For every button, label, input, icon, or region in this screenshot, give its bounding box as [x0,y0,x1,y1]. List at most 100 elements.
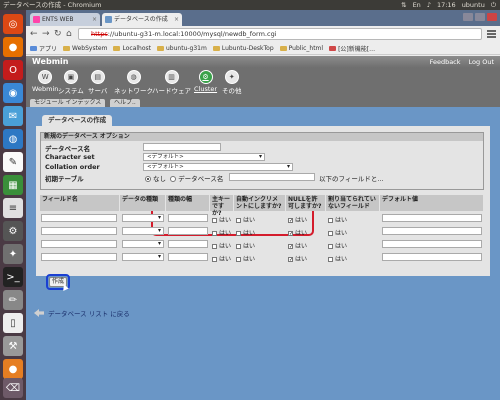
default-value-input[interactable] [382,227,482,235]
pencil-icon[interactable]: ✏ [3,290,23,310]
close-window-icon[interactable] [487,13,497,21]
category-hardware[interactable]: ▥ ハードウェア [152,70,191,95]
primary-key-checkbox[interactable] [212,243,217,249]
document-icon[interactable]: ▯ [3,313,23,333]
firefox-icon[interactable]: ● [3,37,23,57]
back-arrow-icon[interactable]: ← [30,29,38,39]
chromium-icon[interactable]: ◉ [3,83,23,103]
auto-increment-checkbox[interactable] [236,217,241,223]
auto-increment-option[interactable]: はい [236,241,255,250]
unassigned-checkbox[interactable] [328,217,333,223]
type-width-input[interactable] [168,240,208,248]
firefox-alt-icon[interactable]: ● [3,359,23,379]
volume-icon[interactable]: ♪ [427,0,431,10]
category-network[interactable]: ◍ ネットワーク [114,70,153,95]
category-system[interactable]: ▣ システム [58,70,84,95]
reload-icon[interactable]: ↻ [54,29,62,39]
close-icon[interactable]: × [92,13,97,26]
field-name-input[interactable] [41,227,117,235]
keyboard-icon[interactable]: En [413,0,421,10]
opera-icon[interactable]: O [3,60,23,80]
terminal-icon[interactable]: >_ [3,267,23,287]
calc-icon[interactable]: ▦ [3,175,23,195]
tools-icon[interactable]: ⚒ [3,336,23,356]
logout-link[interactable]: Log Out [469,56,494,68]
field-name-input[interactable] [41,240,117,248]
back-to-db-list-link[interactable]: データベース リスト に戻る [34,308,130,318]
unassigned-option[interactable]: はい [328,228,347,237]
auto-increment-checkbox[interactable] [236,230,241,236]
field-name-input[interactable] [41,214,117,222]
user-name[interactable]: ubuntu [462,0,485,10]
type-width-input[interactable] [168,214,208,222]
home-icon[interactable]: ⌂ [66,29,72,39]
bookmark-localhost[interactable]: Localhost [113,45,151,52]
type-width-input[interactable] [168,253,208,261]
trash-icon[interactable]: ⌫ [3,378,23,398]
unassigned-option[interactable]: はい [328,254,347,263]
primary-key-checkbox[interactable] [212,217,217,223]
dbname-input[interactable] [143,143,221,151]
gimp-icon[interactable]: ✦ [3,244,23,264]
allow-null-checkbox[interactable] [288,256,293,262]
allow-null-option[interactable]: はい [288,215,307,224]
unassigned-checkbox[interactable] [328,230,333,236]
auto-increment-checkbox[interactable] [236,243,241,249]
primary-key-option[interactable]: はい [212,254,231,263]
module-index-tab[interactable]: モジュール インデックス [30,99,106,107]
bookmark-news[interactable]: [公]新機能[… [329,44,375,53]
primary-key-option[interactable]: はい [212,215,231,224]
allow-null-option[interactable]: はい [288,254,307,263]
auto-increment-checkbox[interactable] [236,256,241,262]
close-icon[interactable]: × [174,13,179,26]
forward-arrow-icon[interactable]: → [42,29,50,39]
bookmark-lubuntu[interactable]: Lubuntu-DeskTop [212,45,274,52]
field-name-input[interactable] [41,253,117,261]
tab-create-database[interactable]: データベースの作成 × [102,13,182,26]
primary-key-checkbox[interactable] [212,230,217,236]
category-others[interactable]: ✦ その他 [222,70,242,95]
allow-null-option[interactable]: はい [288,241,307,250]
unassigned-checkbox[interactable] [328,243,333,249]
collation-select[interactable]: <デフォルト> [143,163,293,171]
default-value-input[interactable] [382,240,482,248]
default-value-input[interactable] [382,214,482,222]
software-icon[interactable]: ⚙ [3,221,23,241]
data-type-select[interactable] [122,253,164,261]
unassigned-option[interactable]: はい [328,241,347,250]
menu-icon[interactable] [487,30,496,38]
bookmark-apps[interactable]: アプリ [30,44,57,53]
bookmark-public-html[interactable]: Public_html [279,45,323,52]
writer-icon[interactable]: ✎ [3,152,23,172]
unassigned-checkbox[interactable] [328,256,333,262]
category-webmin[interactable]: W Webmin [32,70,58,93]
data-type-select[interactable] [122,240,164,248]
feedback-link[interactable]: Feedback [430,56,461,68]
ubuntu-dash-icon[interactable]: ◎ [3,14,23,34]
allow-null-checkbox[interactable] [288,243,293,249]
init-db-radio[interactable] [170,176,177,182]
data-type-select[interactable] [122,227,164,235]
allow-null-checkbox[interactable] [288,217,293,223]
primary-key-option[interactable]: はい [212,241,231,250]
clock[interactable]: 17:16 [437,0,456,10]
bookmark-ubuntu[interactable]: ubuntu-g31m [157,45,207,52]
auto-increment-option[interactable]: はい [236,215,255,224]
texteditor-icon[interactable]: ≡ [3,198,23,218]
address-bar[interactable]: https://ubuntu-g31-m.local:10000/mysql/n… [78,28,482,40]
default-value-input[interactable] [382,253,482,261]
thunderbird-icon[interactable]: ✉ [3,106,23,126]
disk-icon[interactable]: ◍ [3,129,23,149]
tab-ents-web[interactable]: ENTS WEB × [30,13,100,26]
network-icon[interactable]: ⇅ [401,0,406,10]
category-cluster[interactable]: ⚙ Cluster [194,70,217,93]
minimize-icon[interactable] [463,13,473,21]
init-db-input[interactable] [229,173,315,181]
allow-null-option[interactable]: はい [288,228,307,237]
bookmark-websystem[interactable]: WebSystem [63,45,107,52]
power-icon[interactable]: ⏻ [491,0,496,10]
category-servers[interactable]: ▤ サーバ [88,70,107,95]
help-tab[interactable]: ヘルプ.. [110,99,140,107]
maximize-icon[interactable] [475,13,485,21]
charset-select[interactable]: <デフォルト> [143,153,265,161]
